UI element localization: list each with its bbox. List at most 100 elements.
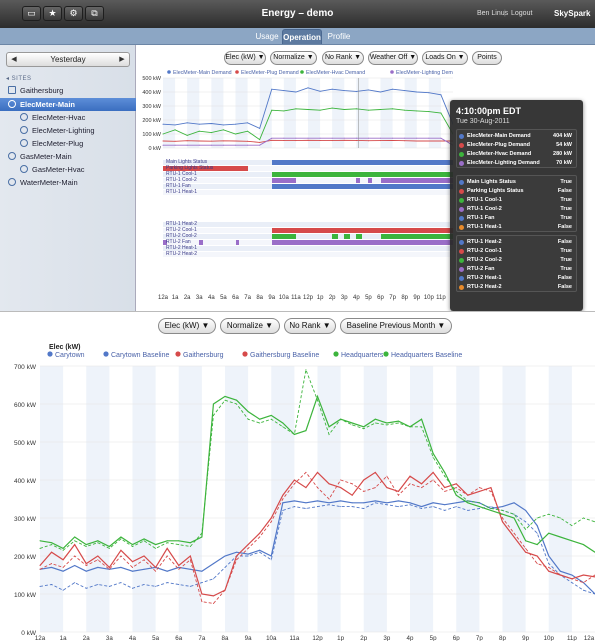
data-point (404, 140, 406, 142)
main-unit-dropdown[interactable]: Elec (kW) ▼ (158, 318, 216, 334)
tree-item[interactable]: GasMeter-Hvac (0, 163, 136, 176)
tab-operation[interactable]: Operation (282, 29, 322, 44)
data-point (74, 540, 76, 542)
legend-label: Gaithersburg (183, 352, 224, 359)
main-normalize-dropdown[interactable]: Normalize ▼ (220, 318, 280, 334)
data-point (132, 544, 133, 546)
tree-item[interactable]: ElecMeter-Plug (0, 137, 136, 150)
data-point (317, 399, 318, 401)
data-point (189, 585, 191, 587)
data-point (331, 107, 333, 109)
sites-header[interactable]: ◂ SITES (6, 75, 32, 82)
x-tick-label: 4a (129, 635, 136, 641)
x-tick-label: 3a (195, 295, 203, 301)
tooltip-row: RTU-1 Heat-2 False (457, 238, 576, 247)
data-point (513, 532, 515, 534)
x-tick-label: 5p (365, 295, 372, 301)
data-point (421, 506, 423, 508)
data-point (97, 540, 99, 542)
data-point (374, 487, 376, 489)
data-point (582, 589, 584, 591)
data-point (282, 494, 284, 496)
data-point (355, 90, 357, 92)
tree-item[interactable]: ElecMeter-Hvac (0, 111, 136, 124)
meter-icon (20, 113, 28, 121)
loads-dropdown[interactable]: Loads On ▼ (422, 51, 468, 65)
legend-swatch (242, 351, 248, 357)
unit-dropdown[interactable]: Elec (kW) ▼ (224, 51, 266, 65)
baseline-dropdown[interactable]: Baseline Previous Month ▼ (340, 318, 452, 334)
normalize-dropdown[interactable]: Normalize ▼ (270, 51, 317, 65)
data-point (174, 124, 176, 126)
legend-label: ElecMeter-Plug Demand (241, 70, 299, 76)
data-point (120, 566, 122, 568)
data-point (155, 547, 157, 549)
data-point (271, 137, 273, 139)
data-point (328, 483, 330, 485)
rank-dropdown[interactable]: No Rank ▼ (322, 51, 364, 65)
tree-item[interactable]: GasMeter-Main (0, 150, 136, 163)
data-point (386, 502, 388, 504)
data-point (502, 517, 503, 519)
x-tick-label: 3p (383, 635, 390, 641)
data-point (467, 500, 469, 502)
data-point (380, 140, 381, 142)
data-point (108, 568, 110, 570)
tooltip-group: Main Lights Status True Parking Lights Sta… (456, 175, 577, 232)
data-point (51, 566, 53, 568)
data-point (374, 418, 376, 420)
data-point (212, 603, 214, 604)
tab-profile[interactable]: Profile (323, 29, 355, 44)
logout-link[interactable]: Logout (511, 10, 532, 17)
tree-item[interactable]: ElecMeter-Main (0, 98, 136, 111)
data-point (328, 426, 330, 428)
data-point (331, 137, 333, 139)
data-point (210, 132, 212, 134)
meter-icon (8, 152, 16, 160)
tooltip-label: ElecMeter-Main Demand (467, 133, 531, 139)
data-point (235, 140, 236, 142)
tooltip-value: 54 kW (556, 142, 572, 148)
data-point (270, 418, 272, 420)
data-point (51, 551, 53, 553)
tooltip-value: False (557, 284, 572, 290)
data-point (317, 500, 318, 502)
tooltip-row: RTU-1 Heat-1 False (457, 223, 576, 232)
tab-usage[interactable]: Usage (252, 29, 282, 44)
data-point (343, 90, 345, 92)
main-rank-dropdown[interactable]: No Rank ▼ (284, 318, 336, 334)
top-controls: Elec (kW) ▼ Normalize ▼ No Rank ▼ Weathe… (0, 51, 595, 67)
data-point (166, 547, 168, 549)
data-point (62, 559, 64, 561)
data-point (235, 123, 236, 125)
status-row-label: RTU-1 Heat-1 (166, 189, 198, 195)
points-button[interactable]: Points (472, 51, 502, 65)
status-row-label: RTU-2 Heat-2 (166, 251, 198, 257)
tree-item[interactable]: Gaithersburg (0, 84, 136, 97)
data-point (259, 127, 261, 129)
data-point (62, 566, 64, 568)
data-point (432, 506, 434, 508)
data-point (559, 574, 561, 576)
data-point (421, 426, 423, 428)
data-point (571, 574, 573, 576)
data-point (247, 144, 249, 146)
data-point (444, 487, 446, 489)
data-point (178, 544, 180, 546)
chart-band (404, 78, 417, 148)
tree-item[interactable]: ElecMeter-Lighting (0, 124, 136, 137)
weather-dropdown[interactable]: Weather Off ▼ (368, 51, 418, 65)
x-tick-label: 9a (268, 295, 276, 301)
data-point (283, 137, 285, 139)
tree-item[interactable]: WaterMeter-Main (0, 176, 136, 189)
data-point (74, 582, 76, 584)
data-point (559, 517, 561, 519)
data-point (247, 553, 249, 555)
x-tick-label: 1a (60, 635, 67, 641)
tab-bar: Usage Operation Profile (0, 28, 595, 45)
data-point (582, 574, 584, 576)
data-point (166, 570, 168, 572)
tooltip-label: RTU-2 Cool-1 (467, 248, 502, 254)
tooltip-label: Parking Lights Status (467, 188, 524, 194)
data-point (305, 369, 307, 371)
